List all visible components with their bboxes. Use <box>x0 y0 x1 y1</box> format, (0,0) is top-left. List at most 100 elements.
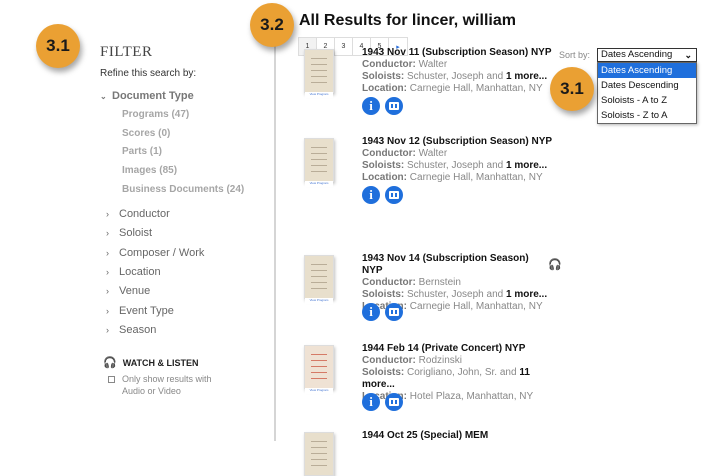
more-soloists-link[interactable]: 1 more... <box>506 289 547 300</box>
chevron-right-icon: › <box>106 209 109 219</box>
view-program-link[interactable]: View Program <box>305 181 333 187</box>
book-icon[interactable] <box>385 186 403 204</box>
facet-location[interactable]: › Location <box>106 266 161 278</box>
result-conductor: Conductor: Rodzinski <box>362 355 562 367</box>
facet-soloist[interactable]: › Soloist <box>106 227 152 239</box>
view-program-link[interactable]: View Program <box>305 298 333 304</box>
sort-option-soloists-z-a[interactable]: Soloists - Z to A <box>598 108 696 123</box>
doc-type-scores[interactable]: Scores (0) <box>122 128 170 139</box>
sort-option-dates-ascending[interactable]: Dates Ascending <box>598 63 696 78</box>
location-value: Carnegie Hall, Manhattan, NY <box>409 172 543 183</box>
conductor-value: Bernstein <box>418 277 461 288</box>
more-soloists-link[interactable]: 1 more... <box>506 71 547 82</box>
watch-listen-label: WATCH & LISTEN <box>122 357 199 368</box>
result-conductor: Conductor: Bernstein <box>362 277 562 289</box>
divider <box>274 38 276 441</box>
location-label: Location: <box>362 172 407 183</box>
facet-season[interactable]: › Season <box>106 324 156 336</box>
book-icon[interactable] <box>385 393 403 411</box>
page-title: All Results for lincer, william <box>299 12 516 29</box>
more-soloists-link[interactable]: 1 more... <box>506 160 547 171</box>
facet-label: Document Type <box>112 90 194 102</box>
facet-conductor[interactable]: › Conductor <box>106 208 170 220</box>
refine-label: Refine this search by: <box>100 68 197 79</box>
chevron-right-icon: › <box>106 306 109 316</box>
page-3[interactable]: 3 <box>335 38 353 55</box>
soloists-value: Schuster, Joseph and <box>407 160 504 171</box>
location-value: Carnegie Hall, Manhattan, NY <box>409 301 543 312</box>
conductor-label: Conductor: <box>362 59 416 70</box>
sort-option-dates-descending[interactable]: Dates Descending <box>598 78 696 93</box>
program-thumbnail[interactable]: View Program <box>304 345 334 394</box>
info-icon[interactable]: i <box>362 393 380 411</box>
conductor-label: Conductor: <box>362 355 416 366</box>
result-location: Location: Carnegie Hall, Manhattan, NY <box>362 172 562 184</box>
chevron-right-icon: › <box>106 267 109 277</box>
result-soloists: Soloists: Schuster, Joseph and 1 more... <box>362 160 562 172</box>
view-program-link[interactable]: View Program <box>305 92 333 98</box>
view-program-link[interactable]: View Program <box>305 388 333 394</box>
soloists-label: Soloists: <box>362 289 405 300</box>
info-icon[interactable]: i <box>362 186 380 204</box>
result-conductor: Conductor: Walter <box>362 59 562 71</box>
headphones-icon: 🎧 <box>548 259 562 271</box>
doc-type-images[interactable]: Images (85) <box>122 165 177 176</box>
facet-document-type[interactable]: ⌄ Document Type <box>100 90 194 102</box>
soloists-value: Schuster, Joseph and <box>407 71 504 82</box>
result-title[interactable]: 1943 Nov 11 (Subscription Season) NYP <box>362 47 552 59</box>
facet-event-type[interactable]: › Event Type <box>106 305 174 317</box>
conductor-value: Rodzinski <box>418 355 463 366</box>
result-soloists: Soloists: Schuster, Joseph and 1 more... <box>362 289 562 301</box>
result-title[interactable]: 1943 Nov 14 (Subscription Season) NYP <box>362 253 544 277</box>
audio-video-checkbox-label[interactable]: Only show results with Audio or Video <box>122 373 222 397</box>
sort-select[interactable]: Dates Ascending ⌄ <box>597 48 697 62</box>
chevron-right-icon: › <box>106 248 109 258</box>
facet-label: Composer / Work <box>119 247 205 259</box>
info-icon[interactable]: i <box>362 97 380 115</box>
facet-label: Venue <box>119 285 151 297</box>
annotation-badge: 3.2 <box>250 3 294 47</box>
filter-heading: FILTER <box>100 44 153 60</box>
chevron-right-icon: › <box>106 286 109 296</box>
sort-options-list: Dates Ascending Dates Descending Soloist… <box>597 62 697 124</box>
result-soloists: Soloists: Schuster, Joseph and 1 more... <box>362 71 562 83</box>
soloists-label: Soloists: <box>362 160 405 171</box>
conductor-value: Walter <box>418 59 448 70</box>
facet-label: Season <box>119 324 157 336</box>
info-icon[interactable]: i <box>362 303 380 321</box>
location-value: Carnegie Hall, Manhattan, NY <box>409 83 543 94</box>
audio-video-checkbox[interactable] <box>108 376 115 383</box>
program-thumbnail[interactable]: View Program <box>304 138 334 187</box>
result-title[interactable]: 1944 Oct 25 (Special) MEM <box>362 430 488 442</box>
facet-label: Soloist <box>119 227 153 239</box>
facet-label: Event Type <box>119 305 174 317</box>
location-value: Hotel Plaza, Manhattan, NY <box>409 391 534 402</box>
doc-type-parts[interactable]: Parts (1) <box>122 146 162 157</box>
soloists-value: Schuster, Joseph and <box>407 289 504 300</box>
soloists-label: Soloists: <box>362 367 405 378</box>
result-title[interactable]: 1943 Nov 12 (Subscription Season) NYP <box>362 136 552 148</box>
conductor-label: Conductor: <box>362 277 416 288</box>
program-thumbnail[interactable] <box>304 432 334 476</box>
watch-listen-heading: 🎧 WATCH & LISTEN <box>103 356 199 369</box>
book-icon[interactable] <box>385 303 403 321</box>
result-conductor: Conductor: Walter <box>362 148 562 160</box>
doc-type-programs[interactable]: Programs (47) <box>122 109 189 120</box>
soloists-value: Corigliano, John, Sr. and <box>407 367 517 378</box>
doc-type-business-documents[interactable]: Business Documents (24) <box>122 184 244 195</box>
program-thumbnail[interactable]: View Program <box>304 255 334 304</box>
result-title[interactable]: 1944 Feb 14 (Private Concert) NYP <box>362 343 525 355</box>
facet-label: Conductor <box>119 208 170 220</box>
facet-label: Location <box>119 266 161 278</box>
chevron-right-icon: › <box>106 228 109 238</box>
program-thumbnail[interactable]: View Program <box>304 49 334 98</box>
sort-option-soloists-a-z[interactable]: Soloists - A to Z <box>598 93 696 108</box>
chevron-down-icon: ⌄ <box>100 92 109 101</box>
facet-composer-work[interactable]: › Composer / Work <box>106 247 204 259</box>
result-location: Location: Carnegie Hall, Manhattan, NY <box>362 83 562 95</box>
headphones-icon: 🎧 <box>103 357 117 369</box>
facet-venue[interactable]: › Venue <box>106 285 150 297</box>
location-label: Location: <box>362 83 407 94</box>
conductor-label: Conductor: <box>362 148 416 159</box>
book-icon[interactable] <box>385 97 403 115</box>
